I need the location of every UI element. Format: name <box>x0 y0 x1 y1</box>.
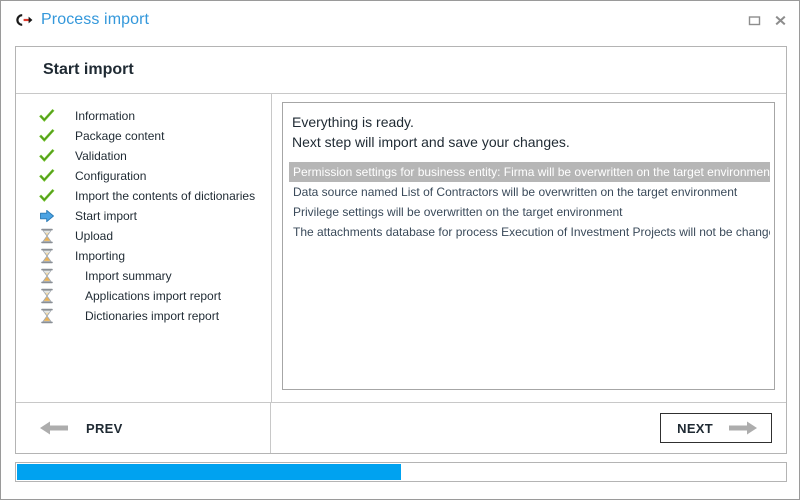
hourglass-icon <box>41 228 53 244</box>
step-item[interactable]: Import the contents of dictionaries <box>16 186 271 206</box>
step-item[interactable]: Information <box>16 106 271 126</box>
progress-bar-fill <box>17 464 401 480</box>
check-icon <box>39 128 55 142</box>
step-item[interactable]: Upload <box>16 226 271 246</box>
step-item[interactable]: Dictionaries import report <box>16 306 271 326</box>
process-link-icon <box>16 14 33 26</box>
next-button[interactable]: NEXT <box>660 413 772 443</box>
hourglass-icon <box>41 308 53 324</box>
window-controls <box>748 14 787 27</box>
prev-cell: PREV <box>16 403 271 453</box>
hourglass-icon <box>41 268 53 284</box>
step-label: Start import <box>75 209 138 223</box>
step-label: Import the contents of dictionaries <box>75 189 256 203</box>
step-item[interactable]: Importing <box>16 246 271 266</box>
step-item[interactable]: Package content <box>16 126 271 146</box>
arrow-right-icon <box>40 209 54 223</box>
hourglass-icon <box>41 288 53 304</box>
progress-bar <box>15 462 787 482</box>
step-label: Import summary <box>85 269 172 283</box>
content-column: Everything is ready. Next step will impo… <box>272 94 786 402</box>
check-icon <box>39 108 55 122</box>
message-list: Permission settings for business entity:… <box>289 162 770 242</box>
step-label: Upload <box>75 229 114 243</box>
headline-primary: Everything is ready. <box>292 114 414 130</box>
window-title: Process import <box>41 11 150 28</box>
prev-label: PREV <box>86 420 123 436</box>
panel-header: Start import <box>16 47 786 93</box>
panel-body: Information Package content Validation Conf… <box>16 93 786 402</box>
import-wizard-window: Process import Start import Information P… <box>0 0 800 500</box>
step-label: Validation <box>75 149 127 163</box>
message-item[interactable]: Data source named List of Contractors wi… <box>289 182 770 202</box>
message-item[interactable]: Permission settings for business entity:… <box>289 162 770 182</box>
next-label: NEXT <box>677 420 713 436</box>
hourglass-icon <box>41 248 53 264</box>
step-label: Package content <box>75 129 165 143</box>
step-label: Information <box>75 109 136 123</box>
arrow-left-icon <box>40 421 68 435</box>
check-icon <box>39 148 55 162</box>
wizard-footer: PREV NEXT <box>16 402 786 453</box>
prev-button[interactable]: PREV <box>38 418 123 438</box>
step-item[interactable]: Start import <box>16 206 271 226</box>
check-icon <box>39 168 55 182</box>
page-title: Start import <box>43 61 134 78</box>
step-label: Dictionaries import report <box>85 309 220 323</box>
step-item[interactable]: Validation <box>16 146 271 166</box>
check-icon <box>39 188 55 202</box>
step-label: Importing <box>75 249 126 263</box>
arrow-right-icon <box>729 421 757 435</box>
wizard-panel: Start import Information Package content V… <box>15 46 787 454</box>
message-item[interactable]: Privilege settings will be overwritten o… <box>289 202 770 222</box>
next-cell: NEXT <box>271 403 786 453</box>
step-list: Information Package content Validation Conf… <box>16 94 272 402</box>
title-bar: Process import <box>1 1 799 39</box>
content-box: Everything is ready. Next step will impo… <box>282 102 775 390</box>
step-item[interactable]: Applications import report <box>16 286 271 306</box>
step-label: Configuration <box>75 169 147 183</box>
message-item[interactable]: The attachments database for process Exe… <box>289 222 770 242</box>
step-item[interactable]: Import summary <box>16 266 271 286</box>
step-item[interactable]: Configuration <box>16 166 271 186</box>
step-label: Applications import report <box>85 289 222 303</box>
headline-secondary: Next step will import and save your chan… <box>292 134 570 150</box>
close-icon[interactable] <box>774 14 787 27</box>
maximize-icon[interactable] <box>748 14 761 27</box>
